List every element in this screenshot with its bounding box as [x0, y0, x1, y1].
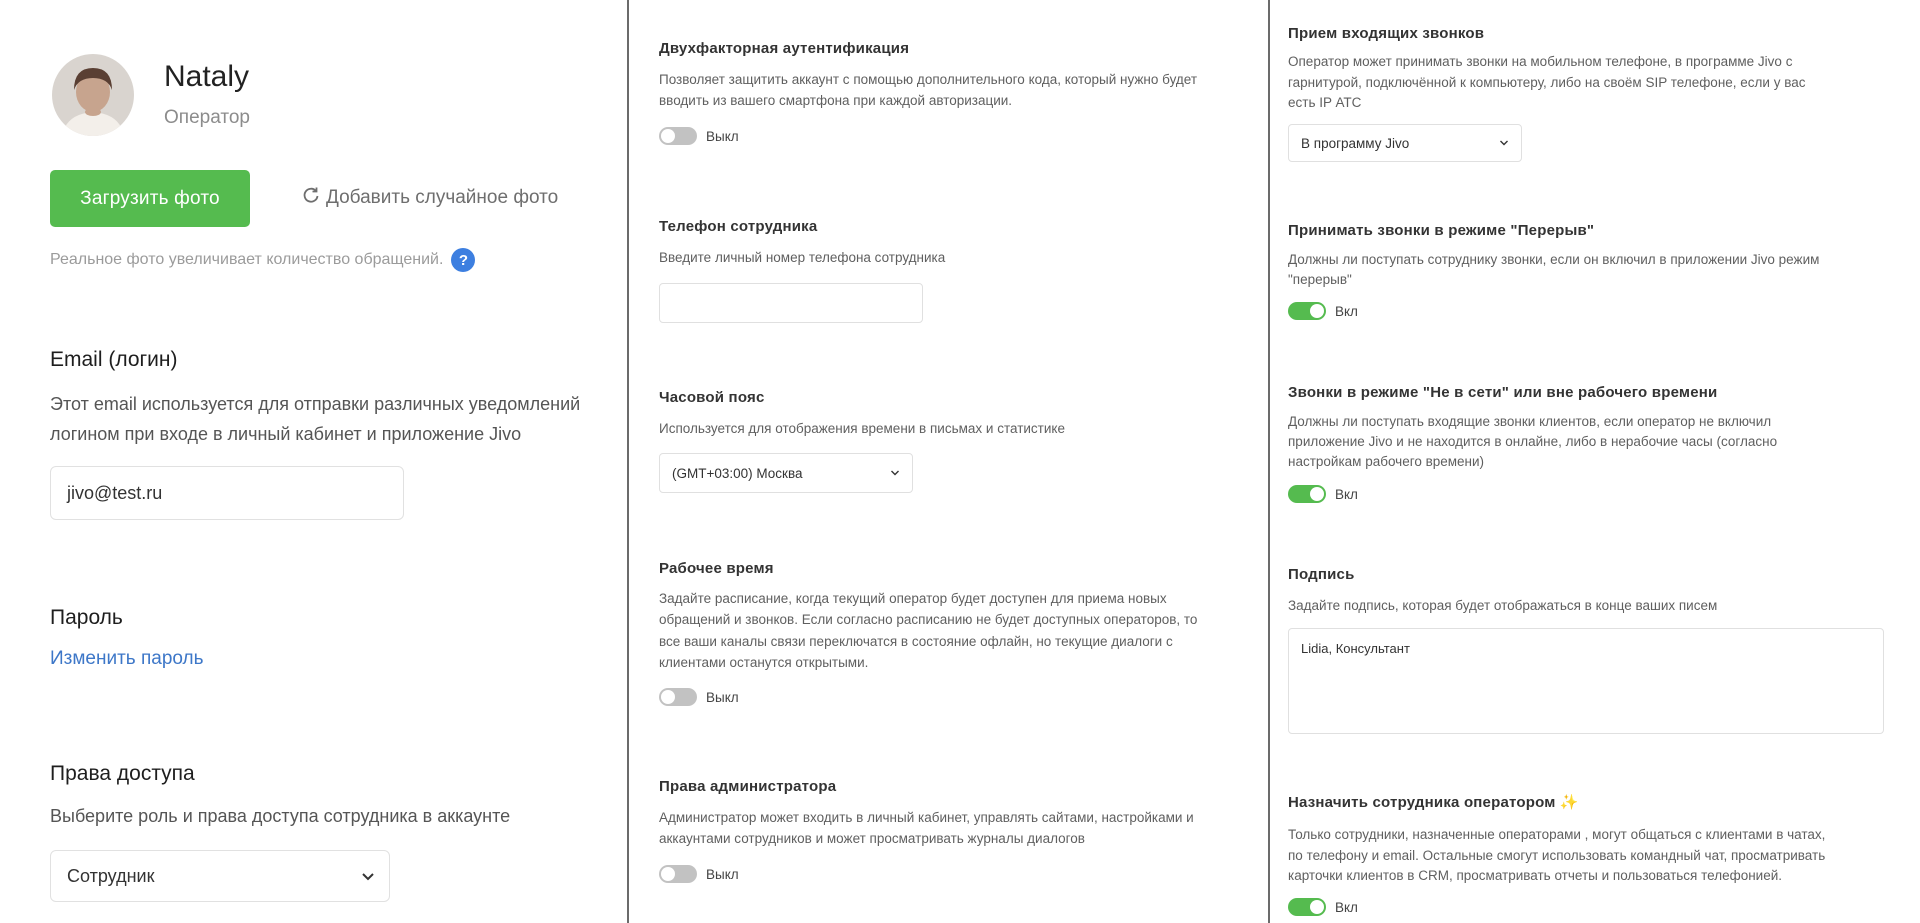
assign-operator-desc-line1: Только сотрудники, назначенные оператора… — [1288, 827, 1826, 842]
add-random-photo-button[interactable]: Добавить случайное фото — [302, 186, 558, 210]
timezone-desc: Используется для отображения времени в п… — [659, 421, 1065, 436]
admin-desc-line1: Администратор может входить в личный каб… — [659, 810, 1194, 825]
break-calls-desc-line2: "перерыв" — [1288, 272, 1352, 287]
add-random-photo-label: Добавить случайное фото — [326, 187, 559, 208]
signature-textarea[interactable]: Lidia, Консультант — [1288, 628, 1884, 734]
assign-operator-desc-line2: по телефону и email. Остальные смогут ис… — [1288, 848, 1826, 863]
offline-calls-title: Звонки в режиме "Не в сети" или вне рабо… — [1288, 384, 1718, 401]
refresh-icon — [302, 186, 320, 210]
change-password-link[interactable]: Изменить пароль — [50, 648, 204, 670]
admin-state: Выкл — [706, 866, 739, 882]
incoming-calls-desc-line2: гарнитурой, подключённой к компьютеру, л… — [1288, 75, 1806, 90]
two-factor-toggle[interactable]: Выкл — [659, 127, 739, 145]
break-calls-desc-line1: Должны ли поступать сотруднику звонки, е… — [1288, 252, 1820, 267]
offline-calls-desc-line1: Должны ли поступать входящие звонки клие… — [1288, 414, 1772, 429]
admin-title: Права администратора — [659, 778, 837, 795]
incoming-calls-desc-line1: Оператор может принимать звонки на мобил… — [1288, 54, 1793, 69]
sparkles-icon: ✨ — [1559, 794, 1579, 811]
work-time-desc-line3: все ваши каналы связи переключатся в сос… — [659, 634, 1173, 649]
break-calls-title: Принимать звонки в режиме "Перерыв" — [1288, 222, 1595, 239]
incoming-calls-desc-line3: есть IP АТС — [1288, 95, 1362, 110]
timezone-select[interactable]: (GMT+03:00) Москва — [659, 453, 913, 493]
work-time-toggle[interactable]: Выкл — [659, 688, 739, 706]
work-time-state: Выкл — [706, 689, 739, 705]
assign-operator-desc-line3: карточки клиентов в CRM, просматривать о… — [1288, 868, 1783, 883]
two-factor-desc-line2: вводить из вашего смартфона при каждой а… — [659, 93, 1013, 108]
offline-calls-state: Вкл — [1335, 486, 1358, 502]
incoming-calls-select[interactable]: В программу Jivo — [1288, 124, 1522, 162]
admin-desc-line2: аккаунтами сотрудников и может просматри… — [659, 831, 1085, 846]
incoming-calls-title: Прием входящих звонков — [1288, 25, 1485, 42]
offline-calls-desc-line2: приложение Jivo и не находится в онлайне… — [1288, 434, 1778, 449]
help-icon[interactable]: ? — [451, 248, 476, 272]
signature-title: Подпись — [1288, 566, 1355, 583]
signature-desc: Задайте подпись, которая будет отображат… — [1288, 598, 1718, 613]
assign-operator-switch[interactable] — [1288, 898, 1326, 916]
two-factor-state: Выкл — [706, 128, 739, 144]
timezone-select-value: (GMT+03:00) Москва — [672, 465, 803, 481]
password-title: Пароль — [50, 606, 123, 629]
photo-hint: Реальное фото увеличивает количество обр… — [50, 248, 476, 272]
assign-operator-title-text: Назначить сотрудника оператором — [1288, 794, 1556, 811]
incoming-calls-select-value: В программу Jivo — [1301, 135, 1410, 151]
work-time-desc-line4: клиентами останутся открытыми. — [659, 655, 869, 670]
profile-column: Nataly Оператор Загрузить фото Добавить … — [0, 0, 628, 923]
work-time-switch[interactable] — [659, 688, 697, 706]
email-field[interactable]: jivo@test.ru — [50, 466, 404, 520]
phone-title: Телефон сотрудника — [659, 218, 818, 235]
assign-operator-title: Назначить сотрудника оператором ✨ — [1288, 793, 1579, 811]
user-role: Оператор — [164, 107, 250, 128]
access-desc: Выберите роль и права доступа сотрудника… — [50, 806, 511, 826]
break-calls-state: Вкл — [1335, 303, 1358, 319]
two-factor-desc-line1: Позволяет защитить аккаунт с помощью доп… — [659, 72, 1197, 87]
email-title: Email (логин) — [50, 348, 178, 371]
role-select-value: Сотрудник — [67, 865, 155, 886]
work-time-desc-line1: Задайте расписание, когда текущий операт… — [659, 591, 1167, 606]
upload-photo-button[interactable]: Загрузить фото — [50, 170, 250, 227]
break-calls-toggle[interactable]: Вкл — [1288, 302, 1358, 320]
email-desc-line2: логином при входе в личный кабинет и при… — [50, 424, 522, 444]
photo-hint-text: Реальное фото увеличивает количество обр… — [50, 251, 444, 268]
chevron-down-icon — [1499, 136, 1509, 151]
offline-calls-toggle[interactable]: Вкл — [1288, 485, 1358, 503]
assign-operator-state: Вкл — [1335, 899, 1358, 915]
admin-switch[interactable] — [659, 865, 697, 883]
admin-toggle[interactable]: Выкл — [659, 865, 739, 883]
user-name: Nataly — [164, 60, 250, 93]
break-calls-switch[interactable] — [1288, 302, 1326, 320]
settings-column-middle: Двухфакторная аутентификация Позволяет з… — [629, 0, 1269, 923]
chevron-down-icon — [361, 866, 375, 887]
offline-calls-switch[interactable] — [1288, 485, 1326, 503]
chevron-down-icon — [890, 466, 900, 481]
phone-desc: Введите личный номер телефона сотрудника — [659, 250, 946, 265]
two-factor-title: Двухфакторная аутентификация — [659, 40, 910, 57]
role-select[interactable]: Сотрудник — [50, 850, 390, 902]
settings-column-right: Прием входящих звонков Оператор может пр… — [1270, 0, 1920, 923]
work-time-desc-line2: обращений и звонков. Если согласно распи… — [659, 612, 1198, 627]
work-time-title: Рабочее время — [659, 560, 774, 577]
offline-calls-desc-line3: настройкам рабочего времени) — [1288, 454, 1485, 469]
email-desc-line1: Этот email используется для отправки раз… — [50, 394, 581, 414]
timezone-title: Часовой пояс — [659, 389, 765, 406]
two-factor-switch[interactable] — [659, 127, 697, 145]
access-title: Права доступа — [50, 762, 195, 785]
avatar[interactable] — [52, 54, 134, 136]
assign-operator-toggle[interactable]: Вкл — [1288, 898, 1358, 916]
phone-input[interactable] — [659, 283, 923, 323]
